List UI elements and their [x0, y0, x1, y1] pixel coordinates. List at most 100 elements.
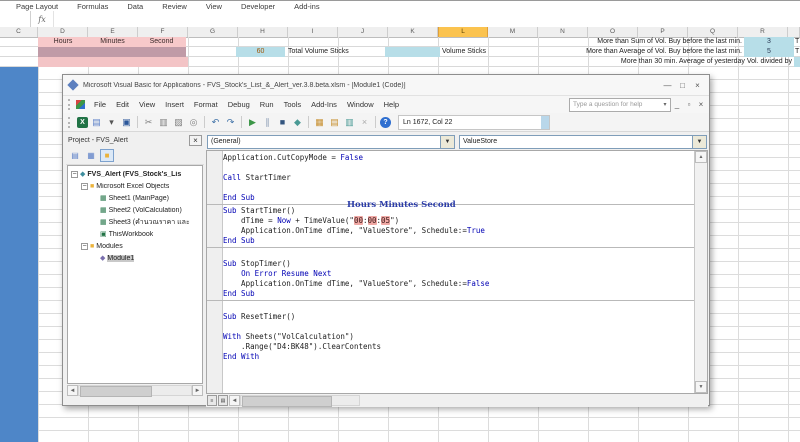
code-line[interactable]: dTime = Now + TimeValue("00:00:05") — [223, 216, 694, 226]
tab-page-layout[interactable]: Page Layout — [16, 2, 58, 11]
help-search-box[interactable]: Type a question for help ▾ — [569, 97, 671, 112]
menu-window[interactable]: Window — [342, 100, 379, 109]
mdi-minimize-button[interactable]: _ — [671, 100, 683, 109]
cell-note3[interactable]: More than 30 min. Average of yesterday V… — [500, 57, 792, 67]
cell-hours[interactable]: Hours — [38, 37, 88, 47]
col-header-h[interactable]: H — [238, 27, 288, 37]
menu-debug[interactable]: Debug — [223, 100, 255, 109]
col-header-d[interactable]: D — [38, 27, 88, 37]
code-line[interactable]: Call StartTimer — [223, 173, 694, 183]
code-line[interactable] — [223, 249, 694, 259]
code-line[interactable] — [223, 163, 694, 173]
code-line[interactable] — [223, 183, 694, 193]
code-line[interactable]: End With — [223, 352, 694, 362]
scroll-up-icon[interactable]: ▲ — [695, 151, 707, 163]
col-header-c[interactable]: C — [0, 27, 38, 37]
insert-userform-icon[interactable]: ▤ — [90, 116, 103, 129]
code-line[interactable]: End Sub — [223, 193, 694, 203]
menu-edit[interactable]: Edit — [111, 100, 134, 109]
code-scroll-left-icon[interactable]: ◄ — [229, 395, 240, 406]
col-header-r[interactable]: R — [738, 27, 788, 37]
find-icon[interactable]: ◎ — [187, 116, 200, 129]
code-hscroll-thumb[interactable] — [242, 396, 332, 407]
toolbox-icon[interactable]: × — [358, 116, 371, 129]
code-line[interactable]: Application.CutCopyMode = False — [223, 153, 694, 163]
tree-item-modules[interactable]: − ■ Modules — [68, 240, 202, 252]
code-line[interactable]: On Error Resume Next — [223, 269, 694, 279]
col-header-e[interactable]: E — [88, 27, 138, 37]
menu-insert[interactable]: Insert — [160, 100, 189, 109]
code-line[interactable]: Application.OnTime dTime, "ValueStore", … — [223, 226, 694, 236]
code-line[interactable]: End Sub — [223, 236, 694, 246]
mdi-close-button[interactable]: × — [695, 100, 707, 109]
menu-help[interactable]: Help — [379, 100, 404, 109]
menu-format[interactable]: Format — [189, 100, 223, 109]
tab-developer[interactable]: Developer — [241, 2, 275, 11]
formula-input[interactable] — [54, 11, 800, 27]
tab-data[interactable]: Data — [127, 2, 143, 11]
object-browser-icon[interactable]: ▥ — [343, 116, 356, 129]
mdi-restore-button[interactable]: ▫ — [683, 100, 695, 109]
col-header-j[interactable]: J — [338, 27, 388, 37]
cell-total-sticks-label[interactable]: Total Volume Sticks — [288, 47, 398, 57]
col-header-o[interactable]: O — [588, 27, 638, 37]
full-module-view-button[interactable]: ▤ — [218, 395, 228, 406]
col-header-l[interactable]: L — [438, 27, 488, 37]
project-explorer-icon[interactable]: ▦ — [313, 116, 326, 129]
code-line[interactable]: Sub ResetTimer() — [223, 312, 694, 322]
save-icon[interactable]: ▣ — [120, 116, 133, 129]
project-close-icon[interactable]: × — [189, 135, 202, 146]
view-object-icon[interactable]: ▦ — [84, 149, 98, 162]
menu-grip[interactable] — [68, 99, 73, 110]
tree-item-fvs_alert[interactable]: − ◆ FVS_Alert (FVS_Stock's_Lis — [68, 168, 202, 180]
object-combo-caret-icon[interactable]: ▼ — [440, 136, 454, 148]
code-line[interactable]: End Sub — [223, 289, 694, 299]
col-header-p[interactable]: P — [638, 27, 688, 37]
col-header-k[interactable]: K — [388, 27, 438, 37]
col-header-q[interactable]: Q — [688, 27, 738, 37]
procedure-combo[interactable]: ValueStore ▼ — [459, 135, 707, 149]
procedure-combo-caret-icon[interactable]: ▼ — [692, 136, 706, 148]
project-panel-header[interactable]: Project - FVS_Alert × — [66, 134, 204, 147]
project-hscroll-track[interactable] — [78, 385, 192, 397]
close-button[interactable]: × — [690, 79, 705, 91]
tab-formulas[interactable]: Formulas — [77, 2, 108, 11]
cell-edge2[interactable]: T — [795, 47, 800, 57]
view-excel-icon[interactable]: X — [77, 116, 88, 128]
col-header-i[interactable]: I — [288, 27, 338, 37]
reset-icon[interactable]: ■ — [276, 116, 289, 129]
tree-item-microsoft[interactable]: − ■ Microsoft Excel Objects — [68, 180, 202, 192]
cut-icon[interactable]: ✂ — [142, 116, 155, 129]
run-icon[interactable]: ▶ — [246, 116, 259, 129]
help-caret-icon[interactable]: ▾ — [660, 101, 670, 108]
menu-file[interactable]: File — [89, 100, 111, 109]
expand-collapse-icon[interactable]: − — [81, 242, 88, 250]
col-header-m[interactable]: M — [488, 27, 538, 37]
cell-note1[interactable]: More than Sum of Vol. Buy before the las… — [512, 37, 742, 47]
help-icon[interactable]: ? — [380, 116, 391, 128]
cell-second[interactable]: Second — [137, 37, 186, 47]
project-hscrollbar[interactable]: ◄ ► — [66, 384, 204, 397]
tree-item-module1[interactable]: ◆ Module1 — [68, 252, 202, 264]
menu-run[interactable]: Run — [255, 100, 279, 109]
code-line[interactable]: Sub StopTimer() — [223, 259, 694, 269]
col-header-n[interactable]: N — [538, 27, 588, 37]
code-line[interactable]: Sub StartTimer() — [223, 206, 694, 216]
menu-tools[interactable]: Tools — [279, 100, 307, 109]
break-icon[interactable]: ∥ — [261, 116, 274, 129]
cell-total-sticks-value[interactable]: 60 — [236, 47, 285, 57]
scroll-left-icon[interactable]: ◄ — [67, 385, 78, 396]
scroll-down-icon[interactable]: ▼ — [695, 381, 707, 393]
expand-collapse-icon[interactable]: − — [71, 170, 78, 178]
col-header-g[interactable]: G — [188, 27, 238, 37]
design-mode-icon[interactable]: ◆ — [291, 116, 304, 129]
tab-add-ins[interactable]: Add-ins — [294, 2, 319, 11]
code-line[interactable]: .Range("D4:BK48").ClearContents — [223, 342, 694, 352]
tree-item-sheet2[interactable]: ▦ Sheet2 (VolCalculation) — [68, 204, 202, 216]
toggle-folders-icon[interactable]: ■ — [100, 149, 114, 162]
code-line[interactable] — [223, 322, 694, 332]
col-header-s[interactable] — [788, 27, 800, 37]
properties-window-icon[interactable]: ▤ — [328, 116, 341, 129]
tree-item-sheet1[interactable]: ▦ Sheet1 (MainPage) — [68, 192, 202, 204]
maximize-button[interactable]: □ — [675, 79, 690, 91]
